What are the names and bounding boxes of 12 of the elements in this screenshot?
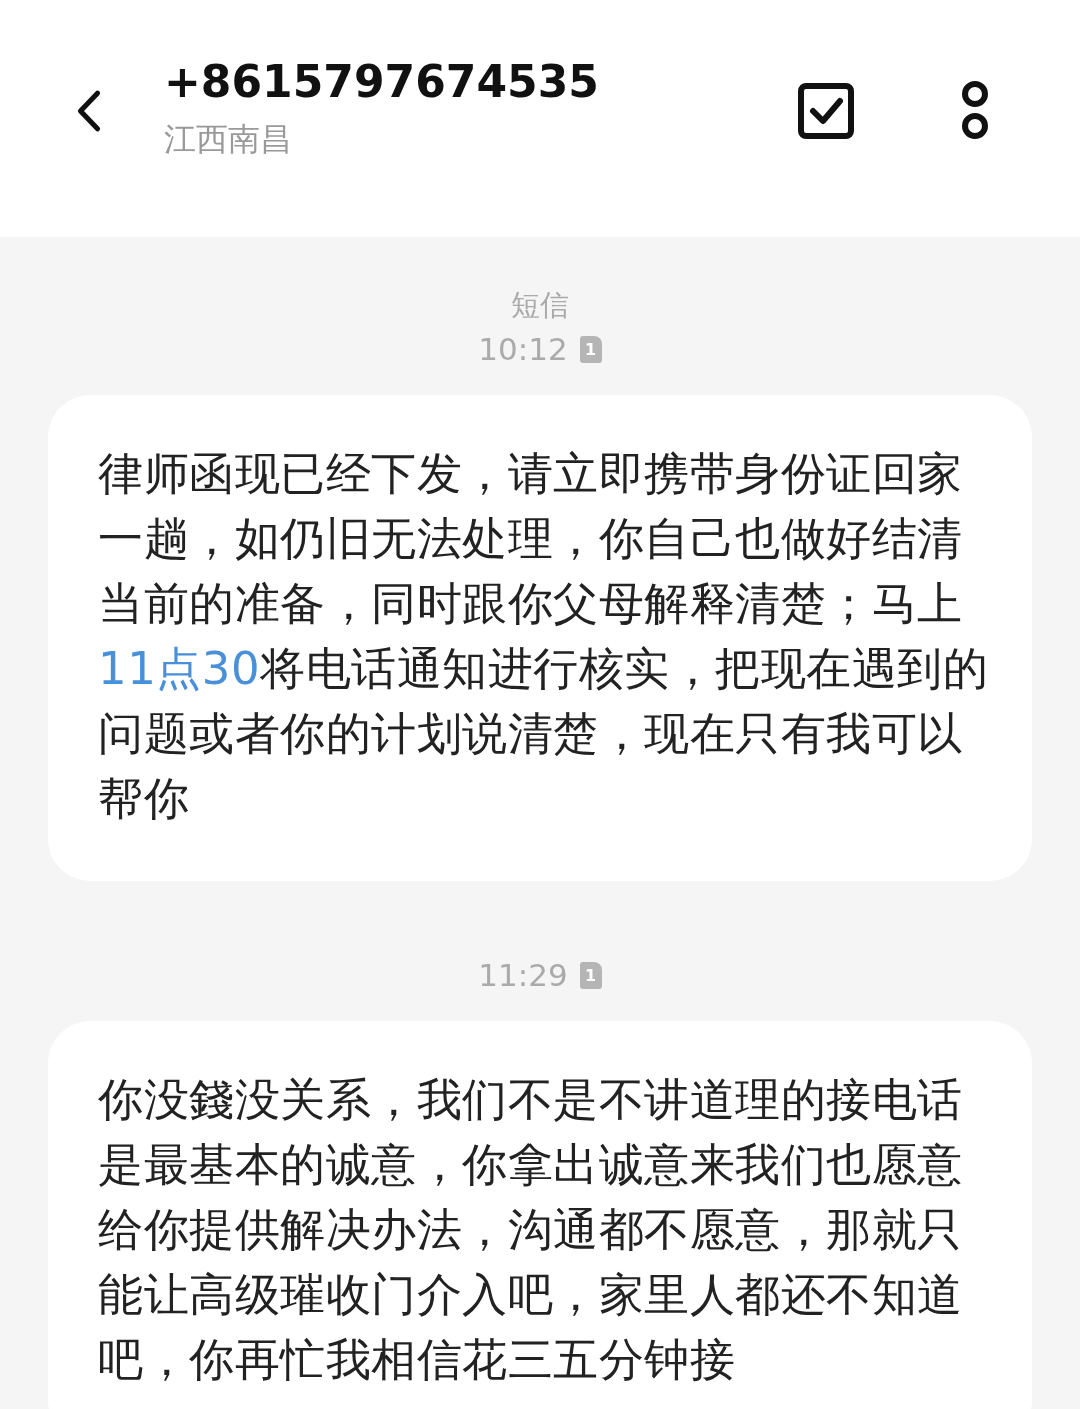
sim-icon: 1	[579, 961, 602, 989]
channel-label: 短信	[511, 287, 569, 324]
message-text: 律师函现已经下发，请立即携带身份证回家一趟，如仍旧无法处理，你自己也做好结清当前的准备，同时跟你父母解释清楚；马上 11点30将电话通知进行核实，把现在遇到的问题或者你的计划说清楚，现在只有我可以帮你	[98, 446, 990, 827]
message-time: 11:29	[478, 957, 568, 993]
time-link[interactable]: 11点30	[98, 642, 261, 695]
location-text: 江西南昌	[164, 119, 293, 160]
message-time: 10:12	[478, 331, 568, 367]
message-text: 你没錢没关系，我们不是不讲道理的接电话是最基本的诚意，你拿出诚意来我们也愿意给你提供解决办法，沟通都不愿意，那就只能让高级璀收门介入吧，家里人都还不知道吧，你再忙我相信花三五分钟接	[98, 1072, 964, 1388]
checkbox-icon[interactable]	[798, 83, 854, 139]
phone-number: +8615797674535	[164, 56, 600, 108]
more-icon[interactable]	[960, 81, 990, 139]
sim-icon: 1	[579, 335, 602, 363]
